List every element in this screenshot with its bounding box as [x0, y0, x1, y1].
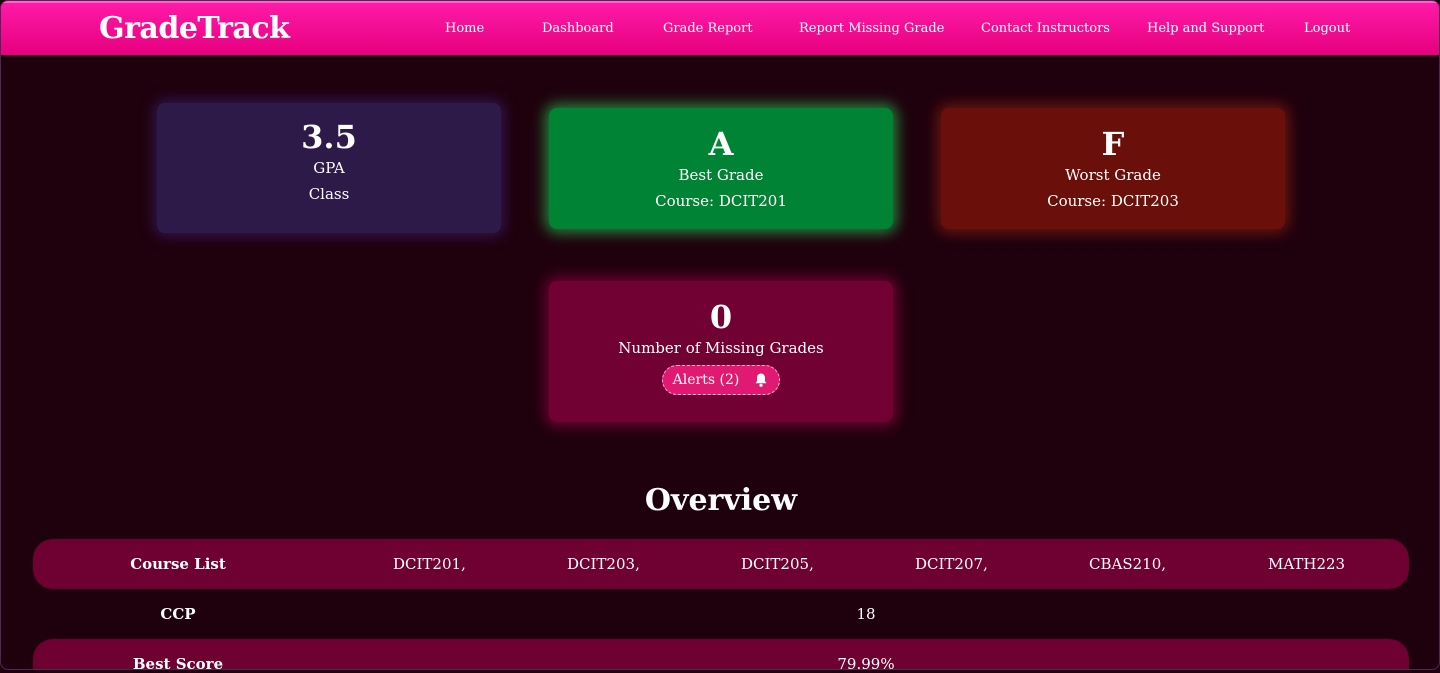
nav-contact-instructors[interactable]: Contact Instructors	[981, 21, 1110, 36]
nav-report-missing-grade[interactable]: Report Missing Grade	[799, 21, 944, 36]
missing-grades-value: 0	[709, 298, 733, 336]
app-window: GradeTrack Home Dashboard Grade Report R…	[0, 0, 1440, 670]
nav-links: Home Dashboard Grade Report Report Missi…	[1, 21, 1439, 41]
best-grade-course: Course: DCIT201	[655, 192, 787, 210]
best-grade-value: A	[708, 125, 734, 163]
best-score-label: Best Score	[132, 655, 224, 670]
missing-grades-card: 0 Number of Missing Grades Alerts (2)	[549, 281, 893, 422]
ccp-label: CCP	[160, 605, 196, 623]
best-score-value: 79.99%	[837, 655, 895, 670]
nav-grade-report[interactable]: Grade Report	[663, 21, 753, 36]
nav-help-and-support[interactable]: Help and Support	[1147, 21, 1264, 36]
course-item: CBAS210,	[1089, 555, 1167, 573]
top-navbar: GradeTrack Home Dashboard Grade Report R…	[1, 1, 1439, 55]
ccp-row: CCP 18	[33, 589, 1409, 639]
missing-grades-label: Number of Missing Grades	[618, 339, 824, 357]
course-item: DCIT207,	[915, 555, 988, 573]
gpa-class-label: Class	[308, 185, 350, 203]
overview-title: Overview	[644, 483, 798, 518]
best-grade-label: Best Grade	[678, 166, 764, 184]
alerts-button[interactable]: Alerts (2)	[661, 365, 781, 395]
course-list-label: Course List	[130, 555, 226, 573]
bell-icon	[753, 372, 769, 388]
worst-grade-course: Course: DCIT203	[1047, 192, 1179, 210]
course-item: MATH223	[1268, 555, 1346, 573]
nav-dashboard[interactable]: Dashboard	[542, 21, 614, 36]
worst-grade-value: F	[1101, 125, 1125, 163]
worst-grade-label: Worst Grade	[1065, 166, 1161, 184]
course-item: DCIT201,	[393, 555, 466, 573]
course-item: DCIT203,	[567, 555, 640, 573]
nav-logout[interactable]: Logout	[1304, 21, 1350, 36]
gpa-label: GPA	[313, 159, 345, 177]
alerts-label: Alerts (2)	[672, 372, 740, 388]
worst-grade-card: F Worst Grade Course: DCIT203	[941, 108, 1285, 229]
nav-home[interactable]: Home	[445, 21, 484, 36]
best-grade-card: A Best Grade Course: DCIT201	[549, 108, 893, 229]
gpa-value: 3.5	[301, 118, 357, 156]
ccp-value: 18	[856, 605, 876, 623]
best-score-row: Best Score 79.99%	[33, 639, 1409, 670]
course-list-row: Course List DCIT201, DCIT203, DCIT205, D…	[33, 539, 1409, 589]
course-item: DCIT205,	[741, 555, 814, 573]
gpa-card: 3.5 GPA Class	[157, 103, 501, 233]
